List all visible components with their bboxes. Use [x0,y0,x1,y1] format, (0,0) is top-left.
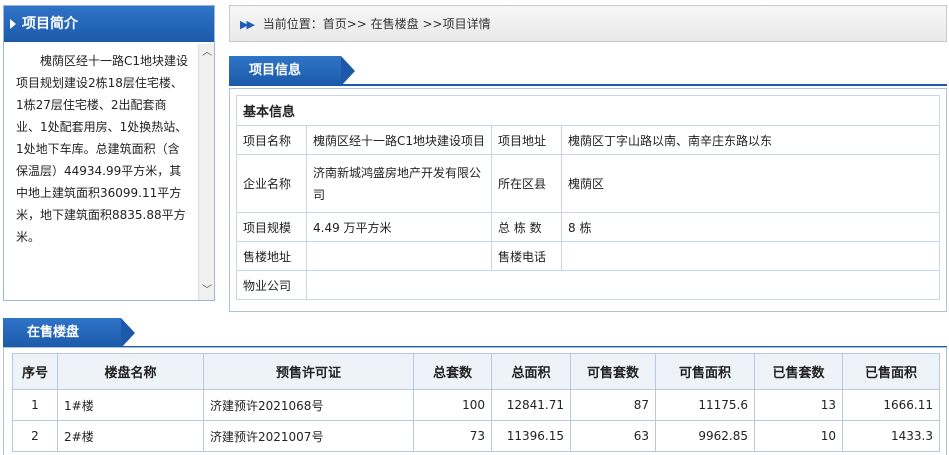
cell-available-units: 63 [570,420,656,452]
col-header: 总套数 [413,353,492,390]
scroll-down-icon[interactable]: ﹀ [202,286,212,296]
col-header: 总面积 [491,353,571,390]
sales-header-row: 序号 楼盘名称 预售许可证 总套数 总面积 可售套数 可售面积 已售套数 已售面… [12,353,940,390]
project-info-table: 基本信息 项目名称 槐荫区经十一路C1地块建设项目 项目地址 槐荫区丁字山路以南… [236,95,940,300]
label-project-scale: 项目规模 [236,212,307,242]
value-property-company [306,270,940,300]
cell-permit: 济建预许2021068号 [203,389,414,421]
project-intro-panel: 项目简介 槐荫区经十一路C1地块建设项目规划建设2栋18层住宅楼、1栋27层住宅… [3,5,215,301]
cell-available-area: 9962.85 [655,420,755,452]
value-project-address: 槐荫区丁字山路以南、南辛庄东路以东 [561,125,940,155]
col-header: 预售许可证 [203,353,414,390]
col-header: 已售套数 [754,353,843,390]
sales-table: 序号 楼盘名称 预售许可证 总套数 总面积 可售套数 可售面积 已售套数 已售面… [12,353,940,452]
cell-available-area: 11175.6 [655,389,755,421]
project-intro-title: 项目简介 [22,16,78,32]
tab-on-sale[interactable]: 在售楼盘 [3,318,135,348]
value-project-name: 槐荫区经十一路C1地块建设项目 [306,125,492,155]
double-arrow-icon: ▶▶ [240,18,255,31]
label-company-name: 企业名称 [236,154,307,213]
label-property-company: 物业公司 [236,270,307,300]
cell-no: 1 [12,389,58,421]
cell-total-area: 11396.15 [491,420,571,452]
col-header: 楼盘名称 [57,353,204,390]
label-sales-address: 售楼地址 [236,241,307,271]
table-row[interactable]: 1 1#楼 济建预许2021068号 100 12841.71 87 11175… [12,389,940,421]
sales-box: 序号 楼盘名称 预售许可证 总套数 总面积 可售套数 可售面积 已售套数 已售面… [3,347,947,455]
project-intro-header: 项目简介 [4,6,214,42]
cell-sold-area: 1666.11 [842,389,940,421]
value-sales-phone [561,241,940,271]
col-header: 可售面积 [655,353,755,390]
scroll-up-icon[interactable]: ︿ [202,48,212,58]
cell-building-name[interactable]: 2#楼 [57,420,204,452]
label-district: 所在区县 [491,154,562,213]
cell-building-name[interactable]: 1#楼 [57,389,204,421]
col-header: 序号 [12,353,58,390]
label-building-count: 总 栋 数 [491,212,562,242]
breadcrumb-text[interactable]: 当前位置：首页>> 在售楼盘 >>项目详情 [263,17,491,31]
cell-total-area: 12841.71 [491,389,571,421]
label-project-address: 项目地址 [491,125,562,155]
cell-permit: 济建预许2021007号 [203,420,414,452]
value-district: 槐荫区 [561,154,940,213]
table-row[interactable]: 2 2#楼 济建预许2021007号 73 11396.15 63 9962.8… [12,420,940,452]
breadcrumb: ▶▶ 当前位置：首页>> 在售楼盘 >>项目详情 [229,5,947,42]
cell-available-units: 87 [570,389,656,421]
value-project-scale: 4.49 万平方米 [306,212,492,242]
col-header: 可售套数 [570,353,656,390]
intro-scrollbar[interactable]: ︿ ﹀ [198,44,214,300]
col-header: 已售面积 [842,353,940,390]
cell-no: 2 [12,420,58,452]
cell-total-units: 100 [413,389,492,421]
triangle-right-icon [10,19,16,29]
project-info-box: 基本信息 项目名称 槐荫区经十一路C1地块建设项目 项目地址 槐荫区丁字山路以南… [229,88,947,312]
label-project-name: 项目名称 [236,125,307,155]
label-sales-phone: 售楼电话 [491,241,562,271]
value-company-name: 济南新城鸿盛房地产开发有限公司 [306,154,492,213]
value-building-count: 8 栋 [561,212,940,242]
tab-project-info[interactable]: 项目信息 [229,56,355,86]
project-info-tab-bar: 项目信息 [229,56,947,86]
project-intro-text: 槐荫区经十一路C1地块建设项目规划建设2栋18层住宅楼、1栋27层住宅楼、2出配… [16,54,189,244]
cell-sold-units: 13 [754,389,843,421]
cell-sold-area: 1433.3 [842,420,940,452]
sales-tab-bar: 在售楼盘 [3,318,947,348]
value-sales-address [306,241,492,271]
cell-total-units: 73 [413,420,492,452]
cell-sold-units: 10 [754,420,843,452]
basic-info-title: 基本信息 [236,95,940,126]
